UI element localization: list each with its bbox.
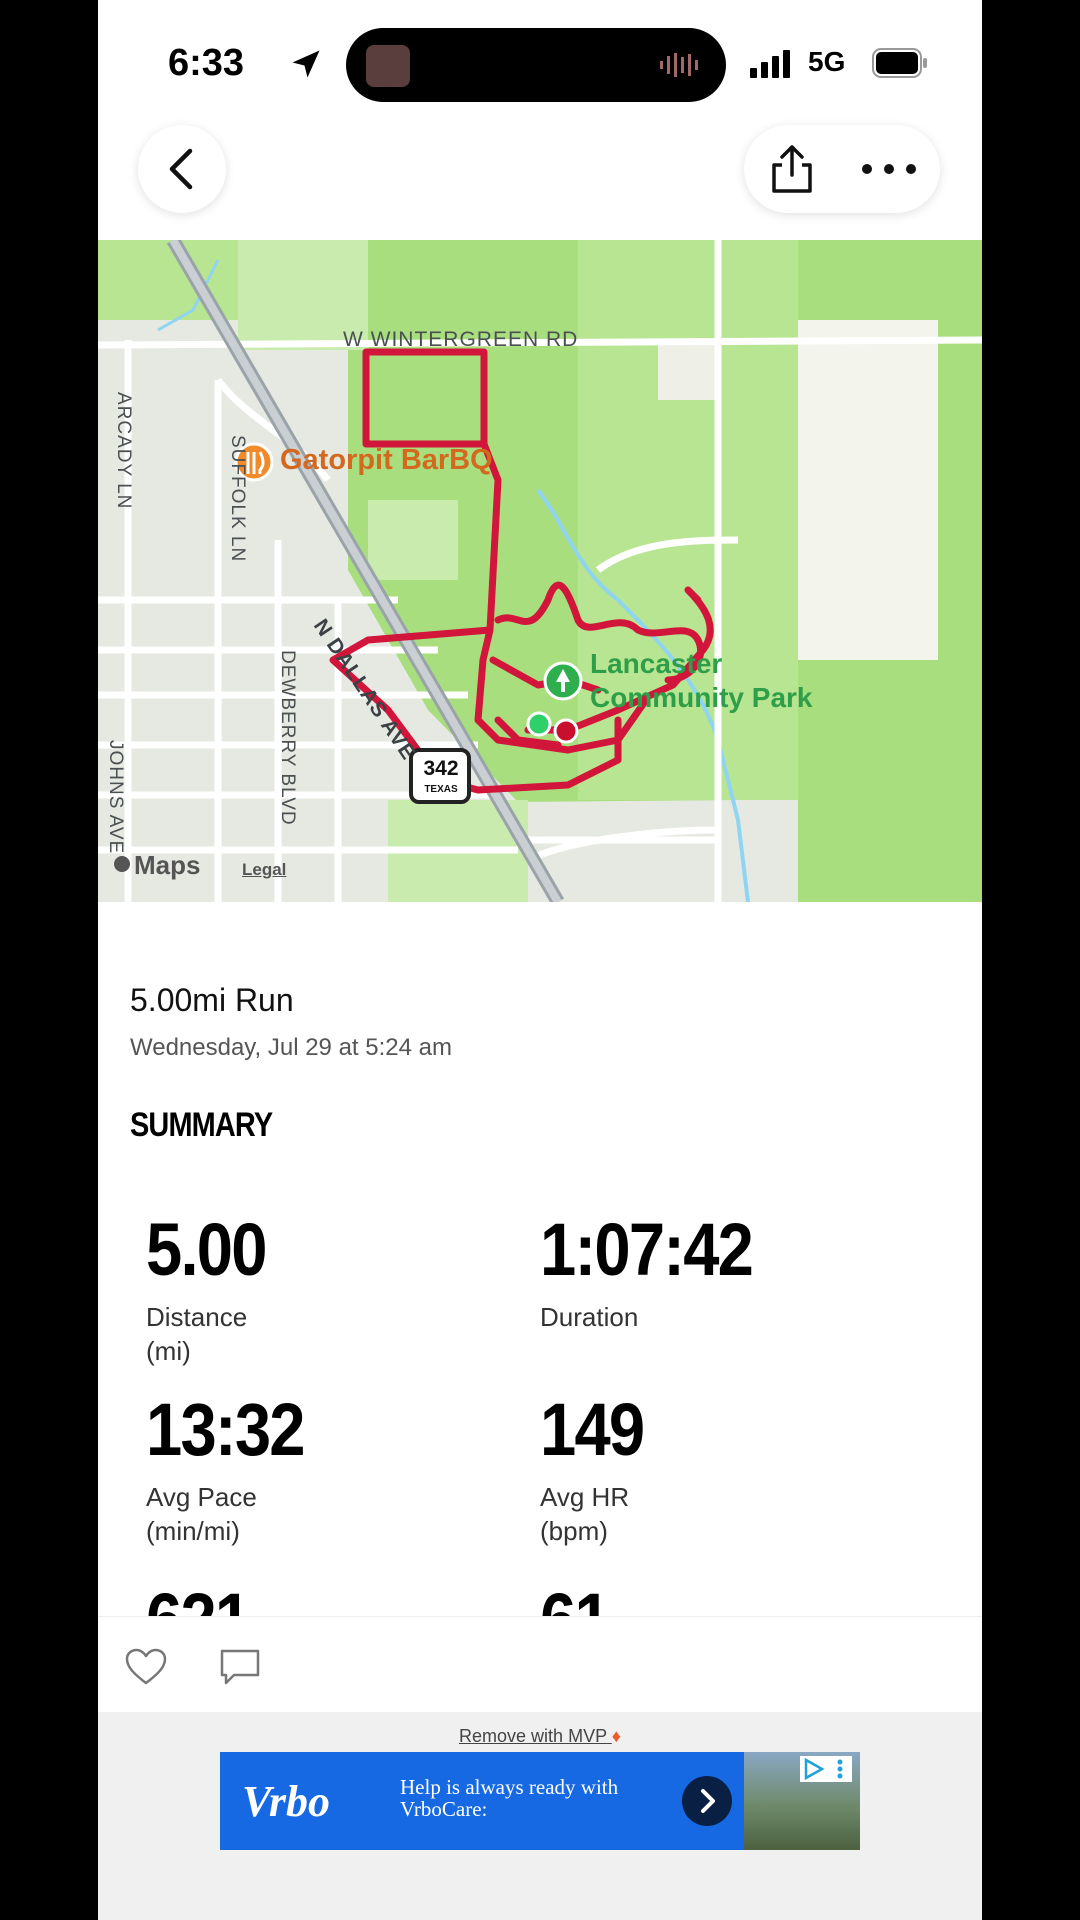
- stat-unit: (bpm): [540, 1516, 608, 1546]
- road-label-suffolk: SUFFOLK LN: [227, 435, 248, 563]
- ad-banner[interactable]: Vrbo Help is always ready with VrboCare:: [220, 1752, 860, 1850]
- battery-icon: [872, 48, 927, 78]
- highway-shield-state: TEXAS: [424, 784, 458, 795]
- app-screen: 6:33 5G W WINTERGREEN RD N DALLAS AVE SU…: [98, 0, 982, 1920]
- audio-waveform-icon: [660, 53, 698, 77]
- stat-label: Avg HR: [540, 1482, 630, 1512]
- stat-label: Distance: [146, 1302, 248, 1332]
- stat-value: 1:07:42: [540, 1208, 754, 1291]
- back-button[interactable]: [138, 125, 226, 213]
- location-arrow-icon: [292, 50, 320, 78]
- poi-label-park-line1[interactable]: Lancaster: [590, 648, 722, 680]
- chevron-left-icon: [169, 148, 193, 190]
- stat-value: 61: [540, 1580, 611, 1616]
- share-icon[interactable]: [762, 139, 822, 199]
- flame-icon: ♦: [611, 1726, 621, 1746]
- map-legal-link[interactable]: Legal: [242, 860, 286, 880]
- road-label-dewberry: DEWBERRY BLVD: [277, 650, 298, 826]
- header-actions: [744, 125, 940, 213]
- ad-brand-logo: Vrbo: [242, 1777, 331, 1826]
- road-label-johns: JOHNS AVE: [105, 740, 126, 855]
- road-label-arcady: ARCADY LN: [113, 392, 134, 510]
- dynamic-island: [346, 28, 726, 102]
- activity-title: 5.00mi Run: [130, 982, 294, 1018]
- adchoices-icon[interactable]: [800, 1756, 852, 1782]
- stat-value: 5.00: [146, 1208, 267, 1291]
- status-time: 6:33: [168, 42, 245, 84]
- stat-value: 621: [146, 1580, 251, 1616]
- route-map[interactable]: W WINTERGREEN RD N DALLAS AVE SUFFOLK LN…: [98, 240, 982, 902]
- ad-text: Help is always ready with VrboCare:: [400, 1775, 619, 1821]
- stat-duration: 1:07:42 Duration: [540, 1210, 781, 1334]
- summary-heading: SUMMARY: [130, 1106, 273, 1144]
- now-playing-artwork: [366, 45, 410, 87]
- cellular-signal-icon: [750, 50, 790, 78]
- stat-value: 149: [540, 1388, 645, 1471]
- stat-distance: 5.00 Distance (mi): [146, 1210, 282, 1368]
- remove-ads-label: Remove with MVP: [459, 1726, 607, 1746]
- stat-label: Avg Pace: [146, 1482, 257, 1512]
- status-bar: 6:33 5G: [98, 0, 982, 120]
- road-label-wintergreen: W WINTERGREEN RD: [343, 328, 579, 351]
- ad-container: Remove with MVP ♦ Vrbo Help is always re…: [98, 1712, 982, 1920]
- maps-attribution: Maps: [134, 850, 201, 880]
- heart-icon[interactable]: [124, 1647, 168, 1687]
- stat-partial-right: 61: [540, 1580, 618, 1616]
- network-type: 5G: [808, 46, 846, 77]
- poi-label-restaurant[interactable]: Gatorpit BarBQ: [280, 444, 493, 477]
- activity-date: Wednesday, Jul 29 at 5:24 am: [130, 1034, 452, 1061]
- stat-partial-left: 621: [146, 1580, 263, 1616]
- ad-go-button[interactable]: [682, 1776, 732, 1826]
- stat-avg-hr: 149 Avg HR (bpm): [540, 1390, 657, 1548]
- stat-unit: (min/mi): [146, 1516, 240, 1546]
- more-options-icon[interactable]: [854, 139, 924, 199]
- remove-ads-link[interactable]: Remove with MVP ♦: [98, 1726, 982, 1747]
- stat-value: 13:32: [146, 1388, 306, 1471]
- summary-next-row-clipped: 621 61: [98, 1580, 982, 1616]
- chevron-right-icon: [701, 1789, 715, 1813]
- social-action-bar: [98, 1616, 982, 1713]
- poi-label-park-line2[interactable]: Community Park: [590, 682, 813, 714]
- comment-icon[interactable]: [218, 1647, 262, 1687]
- stat-unit: (mi): [146, 1336, 191, 1366]
- stat-avg-pace: 13:32 Avg Pace (min/mi): [146, 1390, 325, 1548]
- highway-shield-number: 342: [423, 757, 459, 780]
- stat-label: Duration: [540, 1302, 639, 1332]
